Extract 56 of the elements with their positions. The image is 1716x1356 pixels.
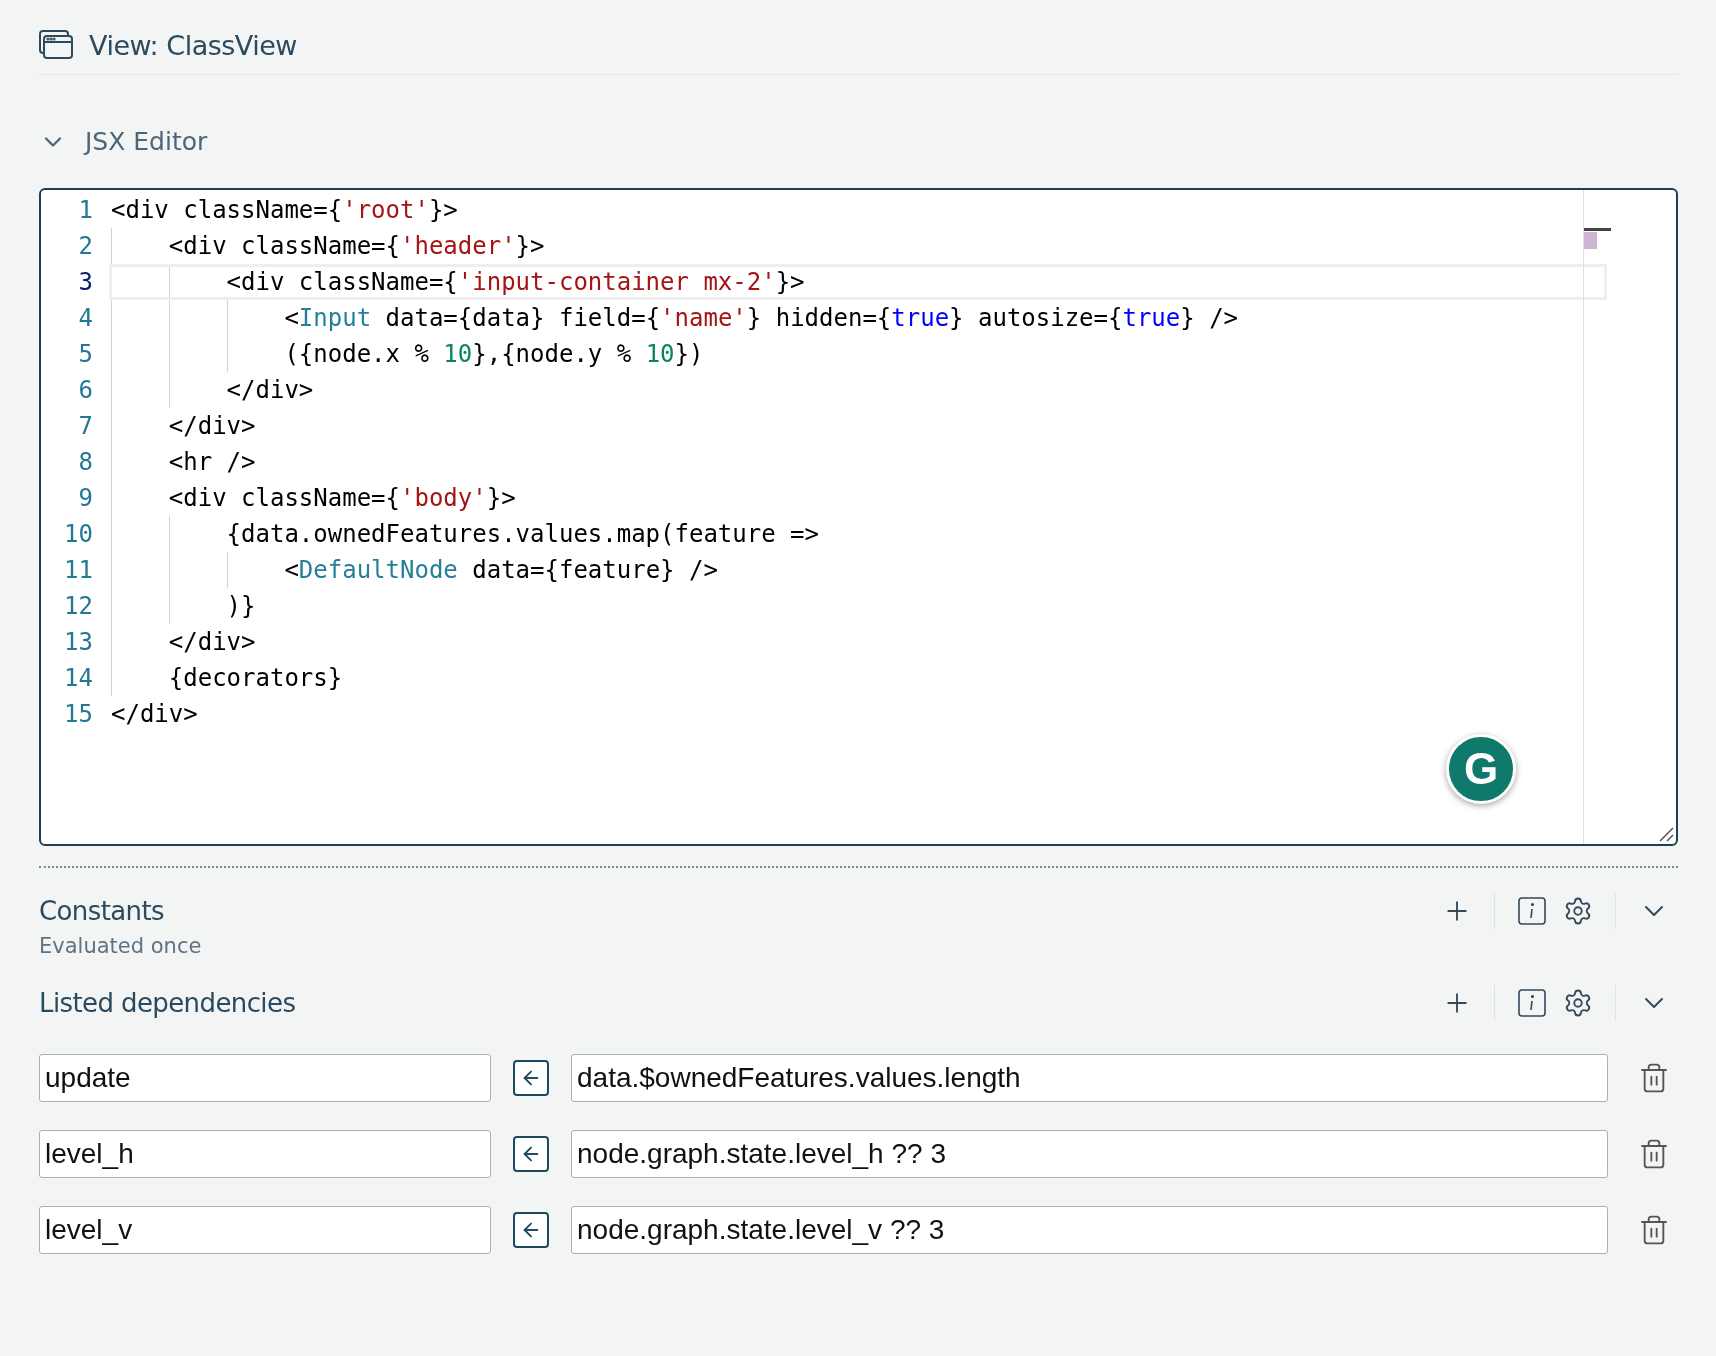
assistant-badge[interactable]: G — [1446, 734, 1516, 804]
line-number: 7 — [77, 411, 94, 442]
window-icon — [39, 30, 73, 60]
assign-button[interactable] — [513, 1136, 549, 1172]
line-number: 1 — [77, 195, 94, 226]
resize-handle-icon[interactable] — [1658, 826, 1674, 842]
line-number: 11 — [63, 555, 94, 586]
code-line: </div> — [111, 699, 198, 730]
code-line: <div className={'body'}> — [111, 480, 516, 516]
assign-button[interactable] — [513, 1212, 549, 1248]
code-line: <div className={'root'}> — [111, 195, 458, 226]
line-number: 2 — [77, 231, 94, 262]
line-number: 6 — [77, 375, 94, 406]
code-line: </div> — [111, 372, 314, 408]
name-field[interactable]: level_h — [39, 1130, 491, 1178]
line-number: 12 — [63, 591, 94, 622]
section-toggle[interactable]: JSX Editor — [39, 127, 208, 156]
line-number: 4 — [77, 303, 94, 334]
code-line: <Input data={data} field={'name'} hidden={true} autosize={true} /> — [111, 300, 1239, 336]
code-line: </div> — [111, 624, 256, 660]
trash-icon — [1638, 1062, 1670, 1094]
trash-icon — [1638, 1138, 1670, 1170]
minimap-drawing — [1584, 228, 1612, 250]
name-field[interactable]: update — [39, 1054, 491, 1102]
code-line: <div className={'input-container mx-2'}> — [111, 264, 805, 300]
code-line: <hr /> — [111, 444, 256, 480]
section-title: Listed dependencies — [39, 988, 296, 1018]
line-number: 10 — [63, 519, 94, 550]
line-number: 15 — [63, 699, 94, 730]
expression-field[interactable]: data.$ownedFeatures.values.length — [571, 1054, 1608, 1102]
line-number: 13 — [63, 627, 94, 658]
code-line: <div className={'header'}> — [111, 228, 545, 264]
view-title: View: ClassView — [89, 29, 297, 61]
expression-field[interactable]: node.graph.state.level_v ?? 3 — [571, 1206, 1608, 1254]
section-title: Constants — [39, 896, 165, 926]
assign-button[interactable] — [513, 1060, 549, 1096]
code-line: {decorators} — [111, 660, 343, 696]
code-editor[interactable] — [39, 188, 1678, 846]
expression-field[interactable]: node.graph.state.level_h ?? 3 — [571, 1130, 1608, 1178]
info-icon — [1517, 988, 1547, 1018]
line-number: 9 — [77, 483, 94, 514]
section-subtitle: Evaluated once — [39, 934, 203, 958]
code-line: ({node.x % 10},{node.y % 10}) — [111, 336, 704, 372]
line-number: 14 — [63, 663, 94, 694]
settings-icon — [1563, 988, 1593, 1018]
code-line: {data.ownedFeatures.values.map(feature => — [111, 516, 819, 552]
code-line: )} — [111, 588, 256, 624]
info-icon — [1517, 896, 1547, 926]
settings-icon — [1563, 896, 1593, 926]
code-line: </div> — [111, 408, 256, 444]
line-number: 8 — [77, 447, 94, 478]
name-field[interactable]: level_v — [39, 1206, 491, 1254]
trash-icon — [1638, 1214, 1670, 1246]
code-line: <DefaultNode data={feature} /> — [111, 552, 718, 588]
line-number: 5 — [77, 339, 94, 370]
line-number: 3 — [77, 267, 94, 298]
